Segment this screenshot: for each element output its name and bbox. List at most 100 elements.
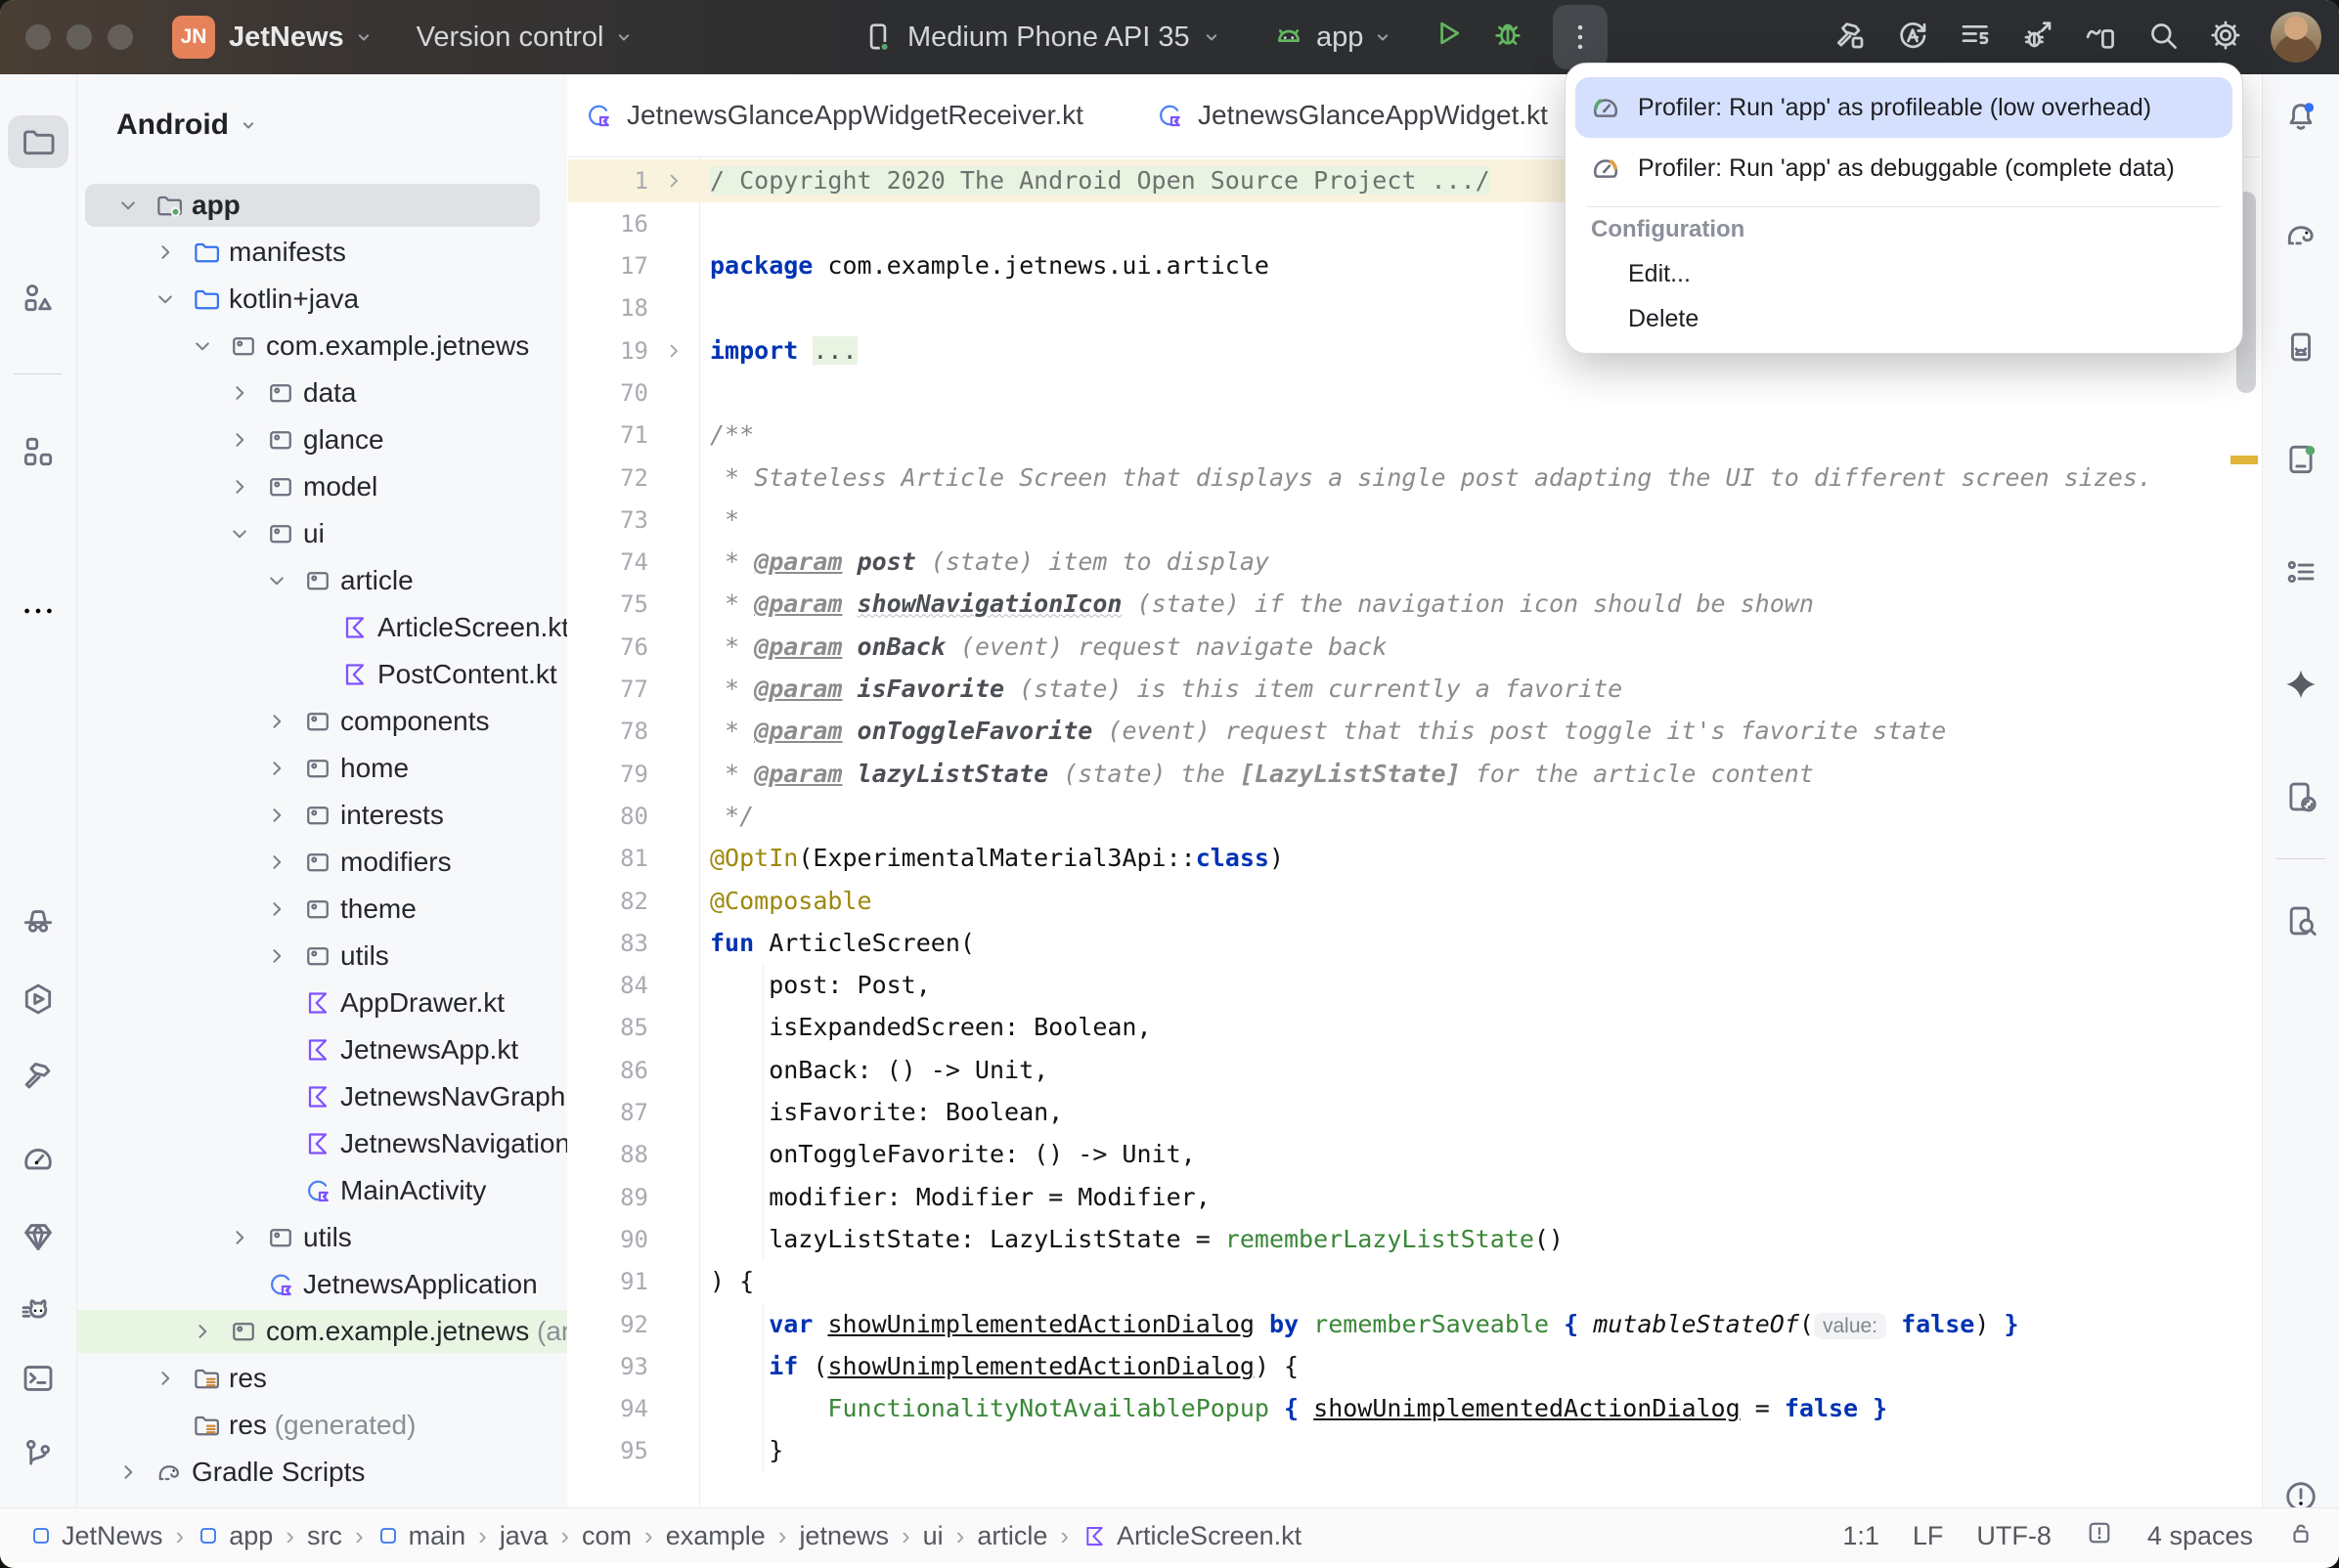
tree-item-theme[interactable]: theme [77,888,567,931]
settings-button[interactable] [2208,18,2243,58]
tool-gradle-button[interactable] [2271,208,2331,261]
tool-project-button[interactable] [8,115,68,168]
vcs-menu[interactable]: Version control [417,22,634,54]
kclass-icon [303,1176,332,1205]
minimize-window-button[interactable] [66,24,92,50]
debug-button[interactable] [1490,16,1525,59]
attach-debugger-button[interactable] [2020,18,2055,58]
build-button[interactable] [1832,18,1868,58]
search-everywhere-button[interactable] [2145,18,2181,58]
breadcrumb-item[interactable]: article [977,1521,1047,1551]
tree-item-interests[interactable]: interests [77,794,567,837]
tree-item-jetnewsapp-kt[interactable]: JetnewsApp.kt [77,1028,567,1071]
fold-chevron-icon[interactable] [662,329,687,372]
tool-app-quality-insights-button[interactable] [8,1210,68,1263]
tree-item-data[interactable]: data [77,371,567,414]
tool-app-inspection-button[interactable] [8,893,68,945]
window-controls[interactable] [25,24,133,50]
device-selector[interactable]: Medium Phone API 35 [861,0,1221,74]
more-run-options-button[interactable] [1553,5,1608,69]
breadcrumb-item[interactable]: app [197,1521,273,1551]
avatar[interactable] [2271,12,2321,63]
tree-item-manifests[interactable]: manifests [77,231,567,274]
tool-resource-manager-button[interactable] [8,272,68,325]
module-icon [29,1524,53,1547]
breadcrumb-item[interactable]: src [307,1521,342,1551]
breadcrumb-item[interactable]: java [500,1521,549,1551]
breadcrumb-item[interactable]: JetNews [29,1521,163,1551]
profiler-sessions-button[interactable] [1958,18,1993,58]
tree-item-postcontent-kt[interactable]: PostContent.kt [77,653,567,696]
tree-item-home[interactable]: home [77,747,567,790]
breadcrumb-item[interactable]: ui [923,1521,944,1551]
tool-profiler-button[interactable] [8,1132,68,1185]
chevron-down-icon [1373,27,1392,47]
tool-more-tool-windows-button[interactable] [8,585,68,637]
popup-item-profiler-1[interactable]: Profiler: Run 'app' as debuggable (compl… [1575,138,2232,198]
popup-action-delete[interactable]: Delete [1628,296,1699,341]
editor-tab[interactable]: JetnewsGlanceAppWidgetReceiver.kt [584,74,1083,156]
tool-running-devices-button[interactable] [2271,433,2331,486]
tree-item-jetnewsnavgraph-kt[interactable]: JetnewsNavGraph.kt [77,1075,567,1118]
tree-item-app[interactable]: app [77,184,567,227]
tree-item-jetnewsapplication[interactable]: JetnewsApplication [77,1263,567,1306]
tree-item-res[interactable]: res (generated) [77,1404,567,1447]
tree-item-appdrawer-kt[interactable]: AppDrawer.kt [77,981,567,1024]
zoom-window-button[interactable] [108,24,133,50]
breadcrumb-item[interactable]: ArticleScreen.kt [1081,1521,1302,1551]
sync-gradle-button[interactable] [1895,18,1930,58]
status-line-separator[interactable]: LF [1913,1521,1944,1551]
tree-item-jetnewsnavigation-kt[interactable]: JetnewsNavigation.kt [77,1122,567,1165]
tree-item-components[interactable]: components [77,700,567,743]
tool-device-connections-button[interactable] [2271,770,2331,823]
tree-item-kotlin-java[interactable]: kotlin+java [77,278,567,321]
popup-action-edit[interactable]: Edit... [1628,251,1691,296]
tree-item-mainactivity[interactable]: MainActivity [77,1169,567,1212]
tool-device-manager-button[interactable] [2271,321,2331,373]
status-readonly-toggle[interactable] [2286,1518,2316,1554]
status-caret-position[interactable]: 1:1 [1842,1521,1879,1551]
popup-item-profiler-0[interactable]: Profiler: Run 'app' as profileable (low … [1575,77,2232,138]
stripe-divider [2276,858,2325,859]
breadcrumb-item[interactable]: com [582,1521,632,1551]
project-menu[interactable]: JetNews [229,22,374,54]
tool-structure-list-button[interactable] [2271,545,2331,598]
tree-item-utils[interactable]: utils [77,935,567,978]
device-mirroring-button[interactable] [2083,18,2118,58]
change-marker[interactable] [2230,456,2258,464]
tool-gemini-button[interactable] [2271,658,2331,711]
module-icon [197,1524,220,1547]
tree-item-gradle-scripts[interactable]: Gradle Scripts [77,1451,567,1494]
status-indent[interactable]: 4 spaces [2147,1521,2253,1551]
tool-build-button[interactable] [8,1049,68,1102]
tool-terminal-button[interactable] [8,1352,68,1405]
tool-run-button[interactable] [8,973,68,1025]
tree-item-ui[interactable]: ui [77,512,567,555]
breadcrumb-item[interactable]: example [666,1521,766,1551]
tree-item-res[interactable]: res [77,1357,567,1400]
tool-notifications-button[interactable] [2271,91,2331,144]
tree-item-utils[interactable]: utils [77,1216,567,1259]
project-view-selector[interactable]: Android [116,104,258,147]
run-button[interactable] [1430,16,1465,59]
tree-item-article[interactable]: article [77,559,567,602]
status-inspections[interactable] [2085,1518,2114,1554]
tree-item-articlescreen-kt[interactable]: ArticleScreen.kt [77,606,567,649]
tree-item-com-example-jetnews[interactable]: com.example.jetnews [77,325,567,368]
close-window-button[interactable] [25,24,51,50]
tool-logcat-button[interactable] [8,1285,68,1338]
tool-version-control-button[interactable] [8,1427,68,1480]
tree-item-glance[interactable]: glance [77,418,567,461]
tree-item-model[interactable]: model [77,465,567,508]
tool-device-explorer-button[interactable] [2271,894,2331,947]
editor-tab[interactable]: JetnewsGlanceAppWidget.kt [1155,74,1548,156]
tree-item-modifiers[interactable]: modifiers [77,841,567,884]
breadcrumb-item[interactable]: main [376,1521,466,1551]
tool-structure-button[interactable] [8,425,68,478]
debug-icon [1490,16,1525,51]
status-encoding[interactable]: UTF-8 [1976,1521,2052,1551]
fold-chevron-icon[interactable] [662,159,687,202]
breadcrumb-item[interactable]: jetnews [799,1521,889,1551]
tree-item-com-example-jetnews[interactable]: com.example.jetnews (an [77,1310,567,1353]
run-config-selector[interactable]: app [1271,20,1392,55]
